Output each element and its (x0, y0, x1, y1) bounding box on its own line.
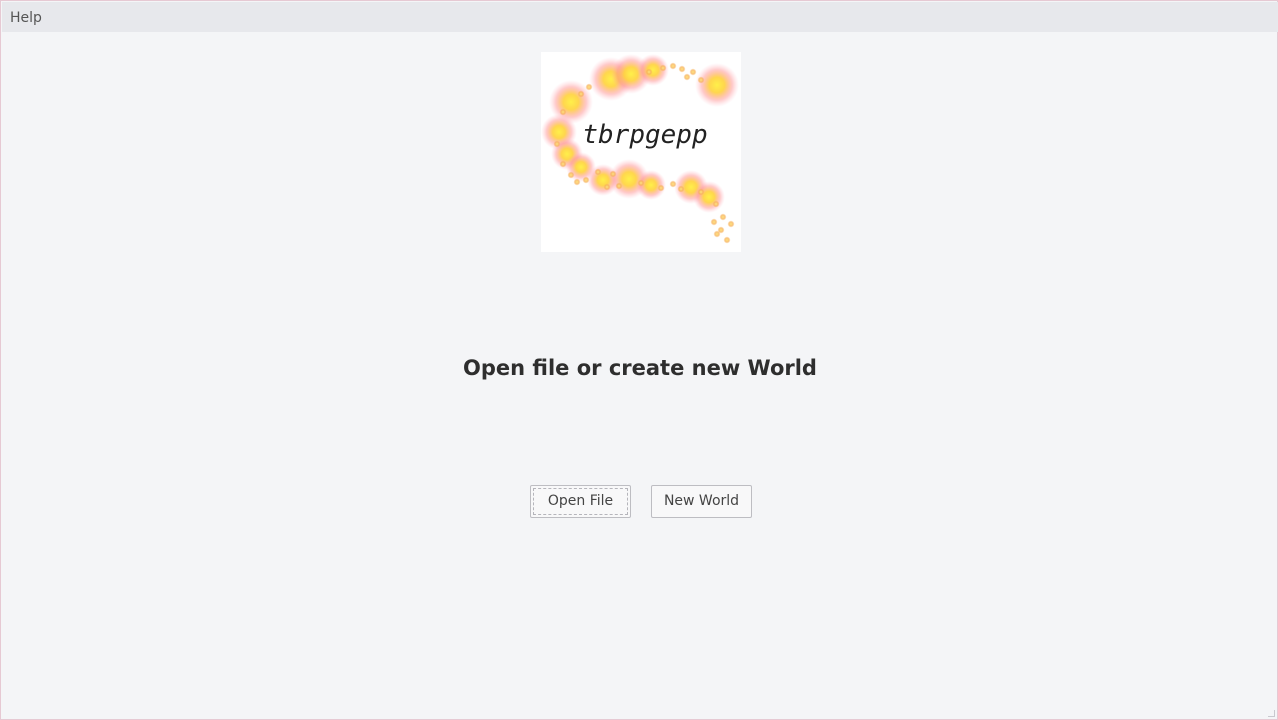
logo-particle (637, 179, 645, 187)
logo-particle (713, 230, 721, 238)
logo-particle (585, 83, 593, 91)
logo-particle (695, 63, 739, 107)
logo-particle (697, 188, 705, 196)
logo-particle (727, 220, 735, 228)
logo-particle (609, 170, 617, 178)
logo-particle (577, 90, 585, 98)
logo-particle (669, 62, 677, 70)
page-heading: Open file or create new World (463, 356, 817, 380)
logo-particle (678, 65, 686, 73)
main-window: Help tbrpgepp Open file or create new Wo… (0, 0, 1278, 720)
app-logo: tbrpgepp (541, 52, 741, 252)
menu-help[interactable]: Help (10, 9, 42, 27)
logo-particle (657, 184, 665, 192)
menu-bar: Help (2, 2, 1278, 32)
logo-particle (693, 181, 725, 213)
logo-particle (615, 182, 623, 190)
logo-text: tbrpgepp (582, 120, 707, 150)
logo-particle (723, 236, 731, 244)
logo-particle (603, 183, 611, 191)
logo-particle (567, 171, 575, 179)
logo-particle (689, 68, 697, 76)
logo-particle (669, 180, 677, 188)
logo-particle (710, 218, 718, 226)
logo-particle (582, 176, 590, 184)
logo-particle (645, 68, 653, 76)
logo-particle (594, 168, 602, 176)
logo-particle (573, 178, 581, 186)
logo-spiral-image: tbrpgepp (541, 54, 739, 244)
logo-particle (659, 64, 667, 72)
open-file-button[interactable]: Open File (530, 485, 631, 518)
logo-particle (559, 108, 567, 116)
logo-particle (683, 73, 691, 81)
new-world-button[interactable]: New World (651, 485, 752, 518)
logo-particle (697, 76, 705, 84)
resize-grip[interactable] (1268, 710, 1275, 717)
logo-particle (712, 200, 720, 208)
logo-particle (559, 160, 567, 168)
logo-particle (719, 213, 727, 221)
logo-particle (553, 140, 561, 148)
open-file-button-label: Open File (547, 493, 614, 509)
logo-particle (677, 185, 685, 193)
